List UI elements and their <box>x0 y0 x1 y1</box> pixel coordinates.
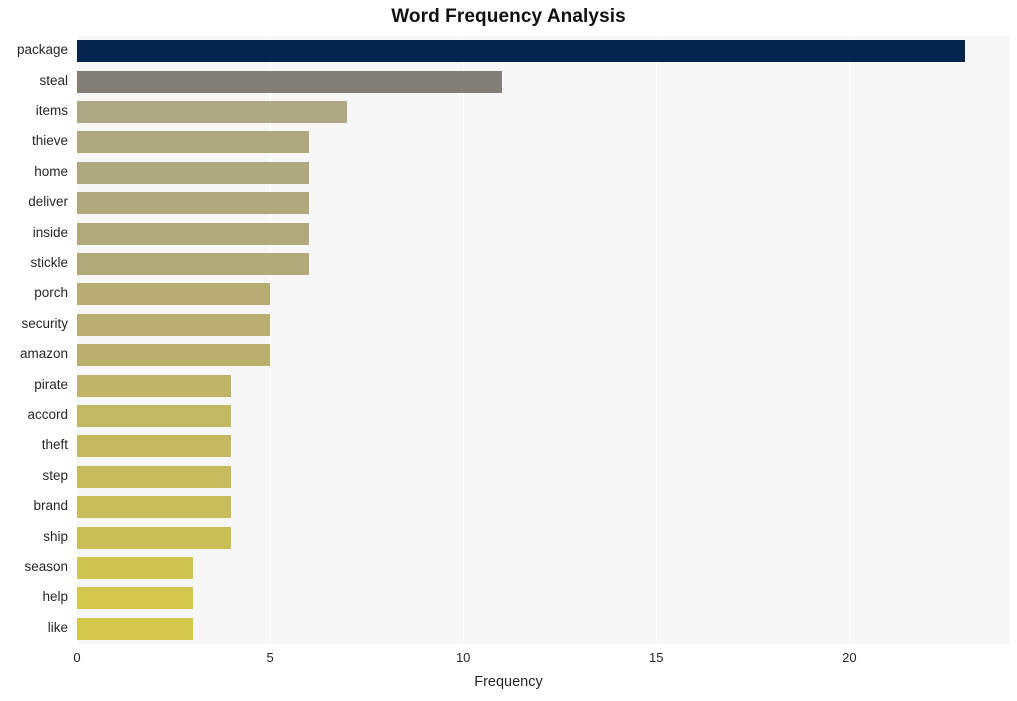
y-tick-label-pirate: pirate <box>34 376 68 392</box>
y-tick-label-season: season <box>24 559 68 574</box>
bar[interactable] <box>77 40 966 63</box>
bar-fill <box>77 617 193 640</box>
bar-fill <box>77 557 193 579</box>
x-axis-label: Frequency <box>474 674 543 690</box>
bar-fill <box>77 131 309 154</box>
y-tick-label-accord: accord <box>27 407 68 422</box>
y-tick-label-step: step <box>42 467 68 483</box>
bar-fill <box>77 283 271 306</box>
bar-fill <box>77 496 232 519</box>
y-tick-label-amazon: amazon <box>19 346 68 362</box>
y-tick-label-package: package <box>16 42 68 58</box>
y-tick-label-deliver: deliver <box>28 194 68 210</box>
bar[interactable] <box>77 313 271 336</box>
bar[interactable] <box>77 496 232 519</box>
bar-fill <box>77 313 271 336</box>
y-tick-label-help: help <box>42 589 68 605</box>
bar[interactable] <box>77 222 309 245</box>
x-tick-label-10: 10 <box>455 650 471 665</box>
bar-fill <box>77 222 309 245</box>
bar[interactable] <box>77 101 348 123</box>
bar[interactable] <box>77 283 271 306</box>
bar[interactable] <box>77 435 232 458</box>
y-tick-label-home: home <box>34 163 68 179</box>
bar[interactable] <box>77 405 232 427</box>
bar[interactable] <box>77 131 309 154</box>
x-tick-label-20: 20 <box>842 650 857 665</box>
y-tick-label-steal: steal <box>39 72 68 88</box>
y-tick-label-items: items <box>35 103 68 118</box>
gridline <box>463 36 465 644</box>
bar-fill <box>77 587 193 610</box>
gridline <box>656 36 658 644</box>
y-tick-label-ship: ship <box>43 528 68 544</box>
bar[interactable] <box>77 557 193 579</box>
bar-fill <box>77 70 502 93</box>
bar[interactable] <box>77 161 309 184</box>
gridline <box>270 36 272 644</box>
y-tick-label-porch: porch <box>34 285 68 301</box>
bar-fill <box>77 465 232 488</box>
x-tick-label-15: 15 <box>649 650 664 665</box>
bar-fill <box>77 192 309 215</box>
y-tick-label-theft: theft <box>41 437 68 453</box>
bar[interactable] <box>77 465 232 488</box>
y-tick-label-brand: brand <box>33 498 68 514</box>
plot-area <box>77 36 1010 644</box>
y-tick-label-thieve: thieve <box>31 133 68 149</box>
bar[interactable] <box>77 526 232 549</box>
bar[interactable] <box>77 253 309 275</box>
bar[interactable] <box>77 192 309 215</box>
bar-fill <box>77 253 309 275</box>
bar-fill <box>77 161 309 184</box>
y-tick-label-stickle: stickle <box>30 255 68 270</box>
y-tick-label-security: security <box>21 315 68 331</box>
bar-fill <box>77 374 232 397</box>
bar[interactable] <box>77 587 193 610</box>
bar-fill <box>77 526 232 549</box>
bar[interactable] <box>77 617 193 640</box>
y-tick-label-inside: inside <box>32 224 68 240</box>
bar-fill <box>77 40 966 63</box>
word-frequency-bar-chart: Word Frequency Analysis package steal item… <box>0 0 1017 701</box>
gridline <box>849 36 851 644</box>
chart-title: Word Frequency Analysis <box>391 6 626 27</box>
x-tick-label-5: 5 <box>266 650 274 665</box>
bar-fill <box>77 405 232 427</box>
bar-fill <box>77 101 348 123</box>
x-tick-label-0: 0 <box>73 650 81 665</box>
y-tick-label-like: like <box>47 619 68 635</box>
bar[interactable] <box>77 374 232 397</box>
bar[interactable] <box>77 344 271 367</box>
bar-fill <box>77 435 232 458</box>
bar-fill <box>77 344 271 367</box>
bar[interactable] <box>77 70 502 93</box>
